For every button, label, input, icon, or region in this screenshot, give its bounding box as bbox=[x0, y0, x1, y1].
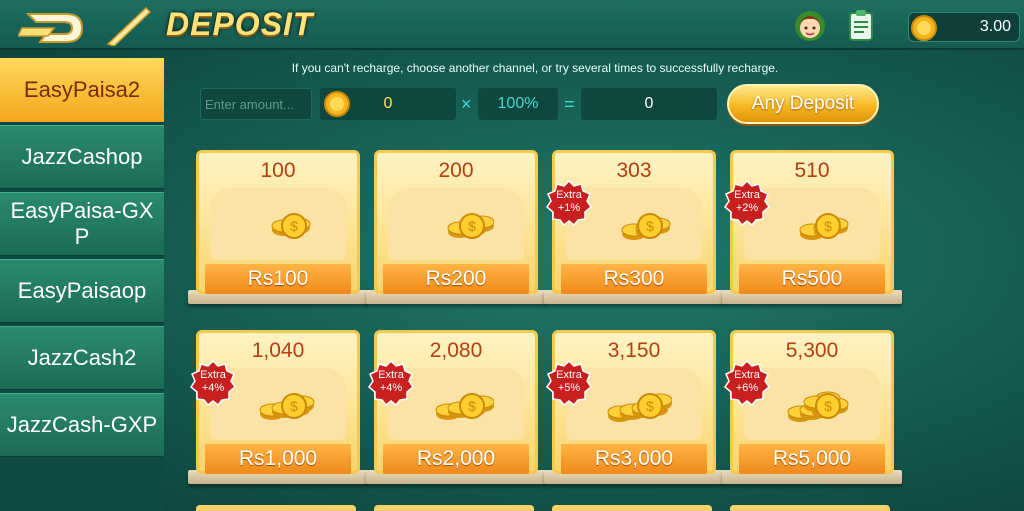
extra-label: Extra bbox=[556, 189, 582, 201]
brand-logo-icon bbox=[16, 6, 152, 47]
sidebar-item-label: EasyPaisa-GXP bbox=[10, 198, 154, 249]
extra-label: Extra bbox=[734, 189, 760, 201]
package-card-partial bbox=[730, 505, 890, 511]
result-value: 0 bbox=[644, 95, 654, 112]
coin-pile-icon: $ bbox=[607, 393, 672, 422]
sidebar-item-easypaisaop[interactable]: EasyPaisaop bbox=[0, 259, 164, 323]
result-field: 0 bbox=[581, 88, 717, 120]
amount-input[interactable] bbox=[200, 88, 312, 120]
package-card[interactable]: 3,150 $ Rs3,000 Extra +5% bbox=[544, 330, 724, 490]
package-price: Rs200 bbox=[383, 264, 529, 294]
svg-text:$: $ bbox=[824, 218, 832, 234]
top-bar: DEPOSIT 3.00 bbox=[0, 0, 1024, 50]
recharge-notice: If you can't recharge, choose another ch… bbox=[291, 61, 779, 75]
package-price: Rs5,000 bbox=[739, 444, 885, 474]
sidebar-item-label: EasyPaisaop bbox=[17, 278, 147, 303]
sidebar-item-label: EasyPaisa2 bbox=[23, 77, 141, 102]
svg-text:$: $ bbox=[824, 398, 832, 414]
sidebar-item-easypaisa2[interactable]: EasyPaisa2 bbox=[0, 58, 164, 122]
sidebar-item-label: JazzCash-GXP bbox=[6, 412, 158, 437]
package-card[interactable]: 200 $ Rs200 bbox=[366, 150, 546, 310]
coin-pile-icon: $ bbox=[271, 213, 311, 239]
coin-pile-icon: $ bbox=[621, 213, 671, 240]
package-card[interactable]: 303 $ Rs300 Extra +1% bbox=[544, 150, 724, 310]
coin-value: 0 bbox=[383, 95, 393, 112]
extra-bonus-badge: Extra +1% bbox=[546, 180, 592, 226]
balance-value: 3.00 bbox=[979, 18, 1011, 35]
package-card-partial bbox=[552, 505, 712, 511]
package-price: Rs1,000 bbox=[205, 444, 351, 474]
package-price: Rs500 bbox=[739, 264, 885, 294]
back-logo-button[interactable] bbox=[16, 6, 158, 47]
package-price: Rs100 bbox=[205, 264, 351, 294]
coin-pile-icon: $ bbox=[799, 213, 849, 240]
package-card[interactable]: 1,040 $ Rs1,000 Extra +4% bbox=[188, 330, 368, 490]
coin-value-field: 0 bbox=[320, 88, 456, 120]
bonus-percent: 100% bbox=[497, 95, 539, 112]
payment-channel-sidebar: EasyPaisa2 JazzCashop EasyPaisa-GXP Easy… bbox=[0, 58, 164, 511]
extra-percent: +6% bbox=[735, 382, 759, 394]
gold-coin-icon bbox=[911, 15, 937, 41]
bonus-percent-field: 100% bbox=[478, 88, 558, 120]
extra-bonus-badge: Extra +2% bbox=[724, 180, 770, 226]
extra-percent: +4% bbox=[201, 382, 225, 394]
package-card[interactable]: 510 $ Rs500 Extra +2% bbox=[722, 150, 902, 310]
extra-label: Extra bbox=[556, 369, 582, 381]
package-price: Rs300 bbox=[561, 264, 707, 294]
extra-percent: +2% bbox=[735, 202, 759, 214]
coin-pile-icon: $ bbox=[435, 393, 494, 420]
svg-text:$: $ bbox=[646, 398, 654, 414]
sidebar-item-easypaisa-gxp[interactable]: EasyPaisa-GXP bbox=[0, 192, 164, 256]
extra-label: Extra bbox=[200, 369, 226, 381]
package-coin-amount: 200 bbox=[438, 159, 474, 182]
coin-pile-icon: $ bbox=[787, 391, 849, 422]
balance-display: 3.00 bbox=[908, 12, 1020, 42]
extra-percent: +4% bbox=[379, 382, 403, 394]
svg-text:$: $ bbox=[468, 398, 476, 414]
extra-percent: +1% bbox=[557, 202, 581, 214]
package-coin-amount: 100 bbox=[260, 159, 296, 182]
sidebar-item-jazzcash-gxp[interactable]: JazzCash-GXP bbox=[0, 393, 164, 457]
package-price: Rs2,000 bbox=[383, 444, 529, 474]
sidebar-item-label: JazzCashop bbox=[21, 144, 143, 169]
extra-bonus-badge: Extra +4% bbox=[368, 360, 414, 406]
support-avatar-icon[interactable] bbox=[793, 9, 827, 43]
package-card[interactable]: 100 $ Rs100 bbox=[188, 150, 368, 310]
sidebar-item-jazzcash2[interactable]: JazzCash2 bbox=[0, 326, 164, 390]
extra-bonus-badge: Extra +6% bbox=[724, 360, 770, 406]
extra-label: Extra bbox=[378, 369, 404, 381]
any-deposit-button[interactable]: Any Deposit bbox=[727, 84, 879, 124]
extra-bonus-badge: Extra +5% bbox=[546, 360, 592, 406]
extra-label: Extra bbox=[734, 369, 760, 381]
extra-bonus-badge: Extra +4% bbox=[190, 360, 236, 406]
page-title: DEPOSIT bbox=[166, 6, 314, 42]
package-card-partial bbox=[374, 505, 534, 511]
extra-percent: +5% bbox=[557, 382, 581, 394]
sidebar-item-jazzcashop[interactable]: JazzCashop bbox=[0, 125, 164, 189]
history-clipboard-icon[interactable] bbox=[846, 8, 876, 42]
sidebar-item-label: JazzCash2 bbox=[27, 345, 137, 370]
package-card[interactable]: 5,300 $ Rs5,000 Extra +6% bbox=[722, 330, 902, 490]
package-card-partial bbox=[196, 505, 356, 511]
svg-text:$: $ bbox=[290, 398, 298, 414]
package-card[interactable]: 2,080 $ Rs2,000 Extra +4% bbox=[366, 330, 546, 490]
svg-text:$: $ bbox=[290, 218, 298, 234]
equals-sign: = bbox=[564, 94, 575, 114]
multiply-sign: × bbox=[461, 94, 472, 114]
svg-text:$: $ bbox=[646, 218, 654, 234]
coin-pile-icon: $ bbox=[447, 213, 494, 239]
gold-coin-icon bbox=[324, 91, 350, 117]
svg-text:$: $ bbox=[468, 218, 476, 234]
coin-pile-icon: $ bbox=[259, 393, 315, 420]
package-price: Rs3,000 bbox=[561, 444, 707, 474]
